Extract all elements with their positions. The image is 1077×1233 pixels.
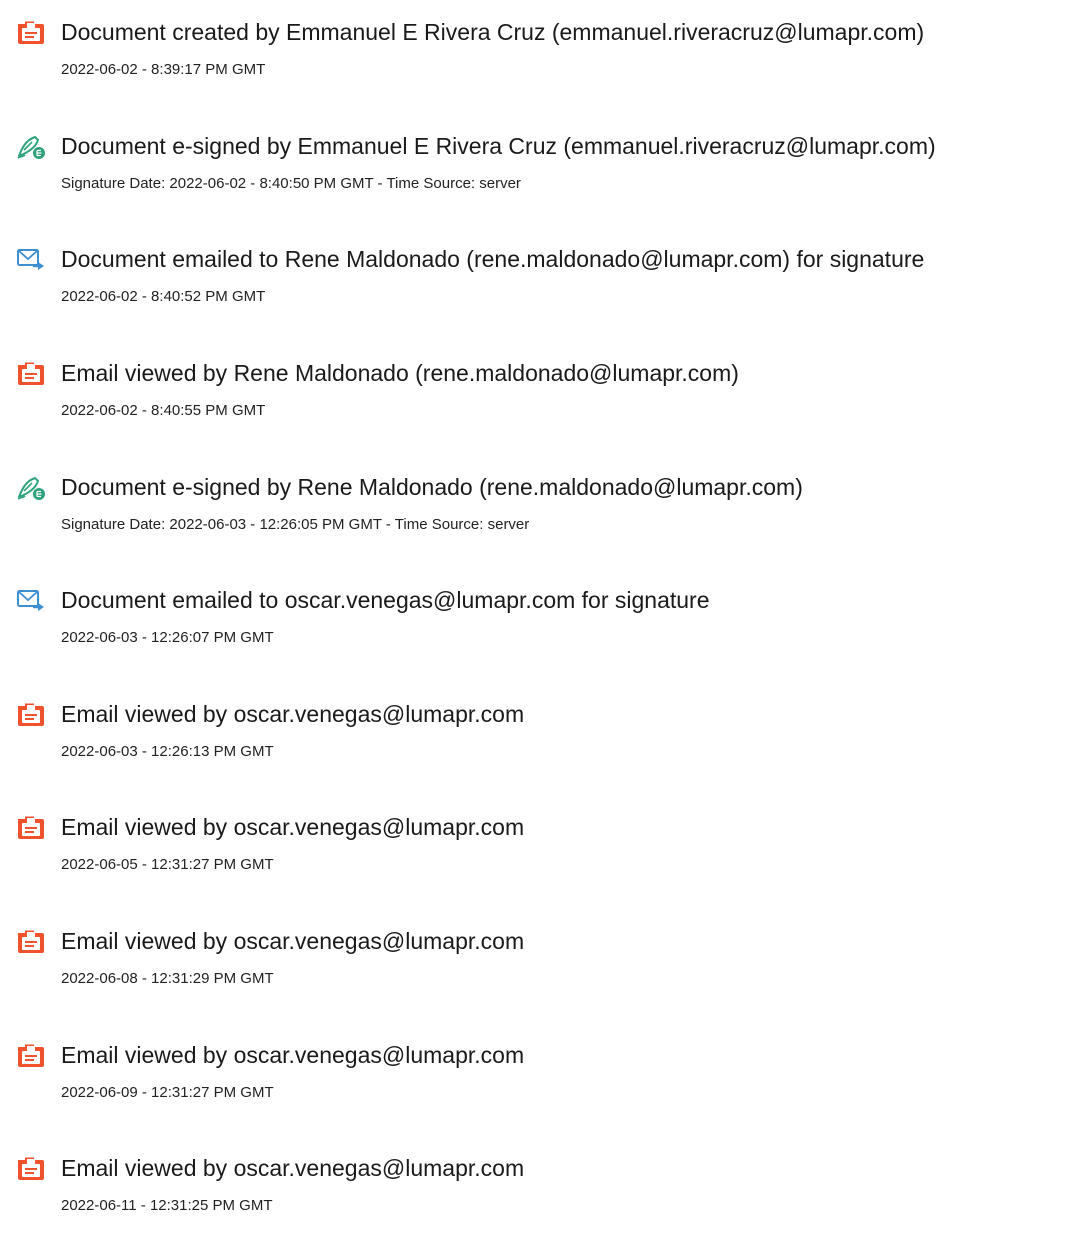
e-sign-pen-icon (16, 134, 46, 160)
history-event: Email viewed by oscar.venegas@lumapr.com… (0, 1153, 1077, 1233)
event-title: Document emailed to Rene Maldonado (rene… (61, 246, 925, 272)
history-event: Document e-signed by Emmanuel E Rivera C… (0, 131, 1077, 211)
event-timestamp: Signature Date: 2022-06-03 - 12:26:05 PM… (61, 516, 530, 533)
event-timestamp: 2022-06-09 - 12:31:27 PM GMT (61, 1084, 274, 1101)
event-title: Email viewed by oscar.venegas@lumapr.com (61, 814, 525, 840)
event-title: Email viewed by oscar.venegas@lumapr.com (61, 1042, 525, 1068)
history-event: Email viewed by oscar.venegas@lumapr.com… (0, 926, 1077, 1006)
history-event: Document e-signed by Rene Maldonado (ren… (0, 472, 1077, 552)
history-event: Document emailed to oscar.venegas@lumapr… (0, 585, 1077, 665)
event-timestamp: 2022-06-02 - 8:40:55 PM GMT (61, 402, 266, 419)
document-icon (16, 20, 46, 46)
event-timestamp: 2022-06-08 - 12:31:29 PM GMT (61, 970, 274, 987)
event-title: Email viewed by oscar.venegas@lumapr.com (61, 1155, 525, 1181)
document-icon (16, 1156, 46, 1182)
event-timestamp: 2022-06-02 - 8:39:17 PM GMT (61, 61, 266, 78)
event-title: Email viewed by oscar.venegas@lumapr.com (61, 928, 525, 954)
email-sent-icon (16, 247, 46, 273)
event-title: Document e-signed by Emmanuel E Rivera C… (61, 133, 936, 159)
document-icon (16, 702, 46, 728)
history-event: Email viewed by oscar.venegas@lumapr.com… (0, 1040, 1077, 1120)
event-timestamp: 2022-06-03 - 12:26:13 PM GMT (61, 743, 274, 760)
event-timestamp: 2022-06-05 - 12:31:27 PM GMT (61, 856, 274, 873)
history-event: Email viewed by Rene Maldonado (rene.mal… (0, 358, 1077, 438)
document-icon (16, 1043, 46, 1069)
document-icon (16, 929, 46, 955)
email-sent-icon (16, 588, 46, 614)
document-icon (16, 815, 46, 841)
event-timestamp: 2022-06-03 - 12:26:07 PM GMT (61, 629, 274, 646)
event-timestamp: 2022-06-02 - 8:40:52 PM GMT (61, 288, 266, 305)
history-event: Document emailed to Rene Maldonado (rene… (0, 244, 1077, 324)
event-title: Email viewed by oscar.venegas@lumapr.com (61, 701, 525, 727)
event-title: Document emailed to oscar.venegas@lumapr… (61, 587, 710, 613)
event-title: Email viewed by Rene Maldonado (rene.mal… (61, 360, 739, 386)
event-title: Document e-signed by Rene Maldonado (ren… (61, 474, 803, 500)
event-title: Document created by Emmanuel E Rivera Cr… (61, 19, 925, 45)
event-timestamp: 2022-06-11 - 12:31:25 PM GMT (61, 1197, 273, 1214)
history-event: Document created by Emmanuel E Rivera Cr… (0, 17, 1077, 97)
e-sign-pen-icon (16, 475, 46, 501)
history-event: Email viewed by oscar.venegas@lumapr.com… (0, 699, 1077, 779)
document-icon (16, 361, 46, 387)
event-timestamp: Signature Date: 2022-06-02 - 8:40:50 PM … (61, 175, 521, 192)
history-event: Email viewed by oscar.venegas@lumapr.com… (0, 812, 1077, 892)
